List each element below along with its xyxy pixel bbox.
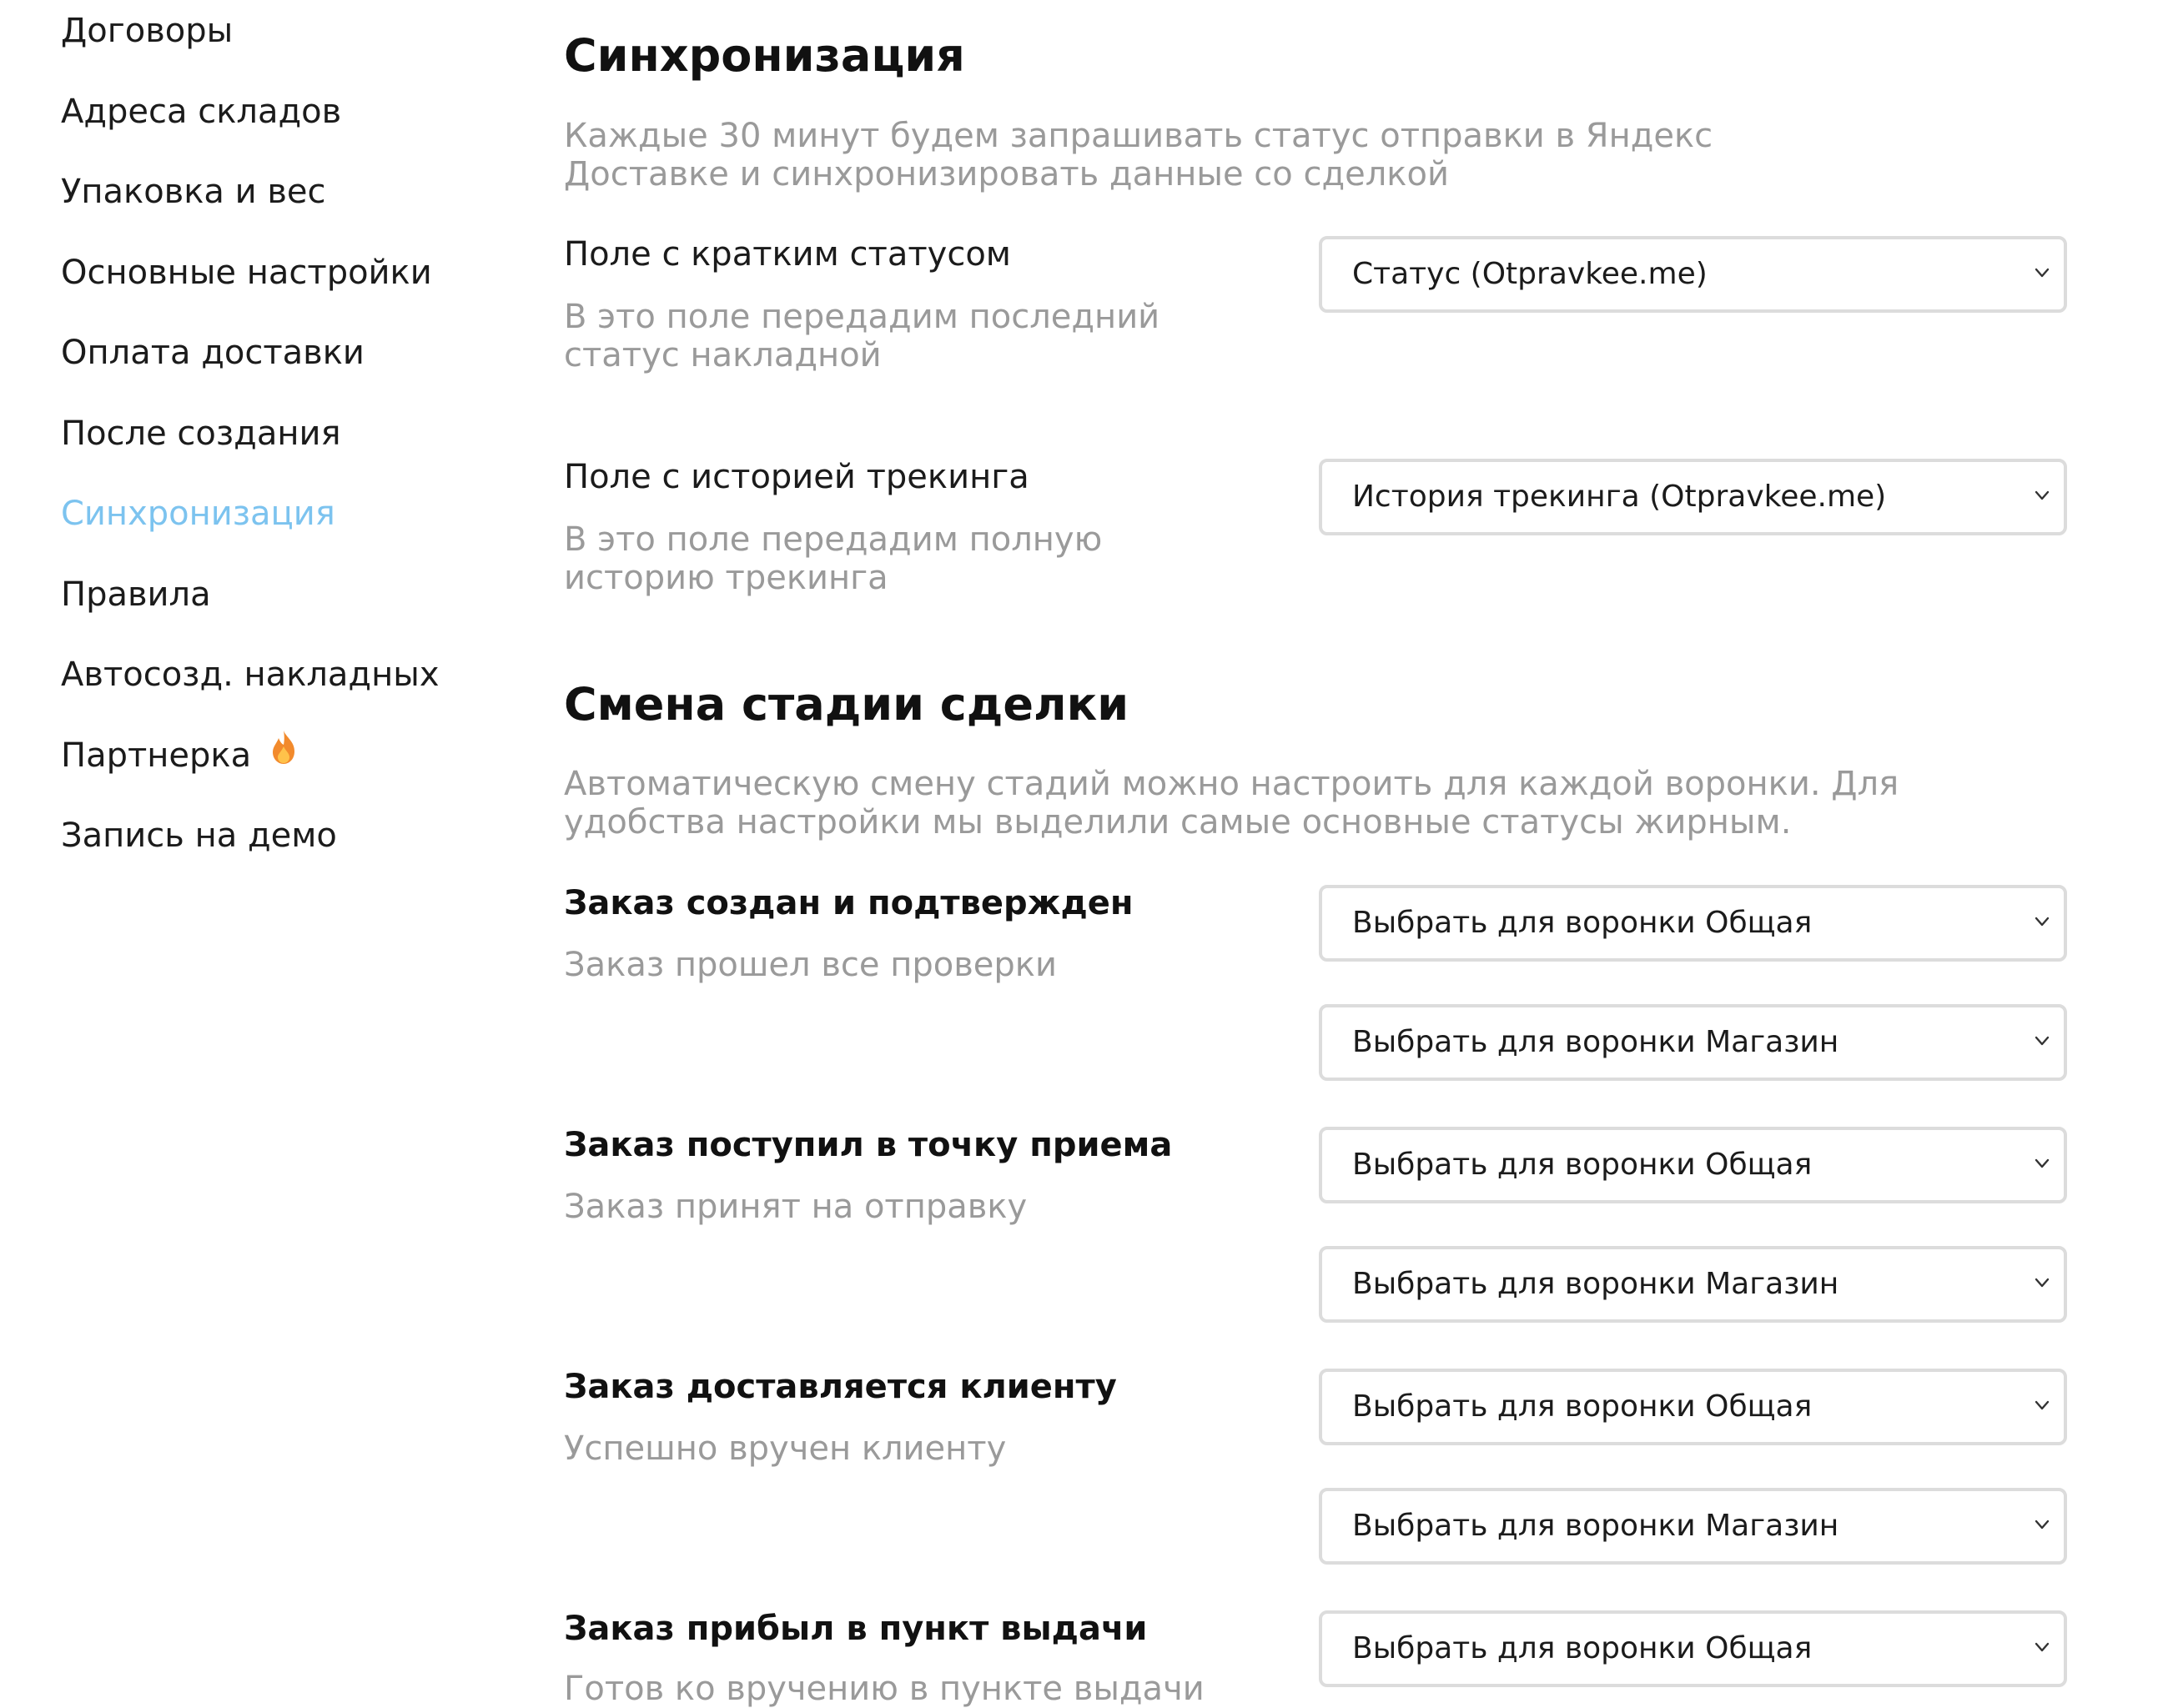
- sidebar-item-delivery-payment[interactable]: Оплата доставки: [61, 330, 365, 375]
- sidebar-item-contracts[interactable]: Договоры: [61, 8, 233, 53]
- sidebar-item-packaging-weight[interactable]: Упаковка и вес: [61, 169, 326, 214]
- sync-section-title: Синхронизация: [564, 29, 965, 82]
- sync-section-description: Каждые 30 минут будем запрашивать статус…: [564, 117, 1713, 193]
- chevron-down-icon: [2035, 490, 2050, 500]
- tracking-history-select[interactable]: История трекинга (Otpravkee.me): [1319, 459, 2067, 535]
- status-pickup-point-select-general[interactable]: Выбрать для воронки Общая: [1319, 1610, 2067, 1687]
- tracking-history-field-hint: В это поле передадим полную историю трек…: [564, 520, 1103, 597]
- short-status-field-label: Поле с кратким статусом: [564, 235, 1011, 274]
- sidebar-item-after-creation[interactable]: После создания: [61, 411, 341, 456]
- sidebar-item-synchronization[interactable]: Синхронизация: [61, 491, 335, 536]
- short-status-select-value: Статус (Otpravkee.me): [1352, 257, 1708, 291]
- status-hint-pickup-point: Готов ко вручению в пункте выдачи: [564, 1670, 1205, 1708]
- select-value: Выбрать для воронки Магазин: [1352, 1267, 1839, 1301]
- status-label-delivering: Заказ доставляется клиенту: [564, 1368, 1117, 1406]
- select-value: Выбрать для воронки Общая: [1352, 906, 1813, 940]
- select-value: Выбрать для воронки Общая: [1352, 1631, 1813, 1665]
- tracking-history-field-label: Поле с историей трекинга: [564, 458, 1029, 496]
- select-value: Выбрать для воронки Общая: [1352, 1389, 1813, 1424]
- tracking-history-select-value: История трекинга (Otpravkee.me): [1352, 480, 1887, 514]
- sidebar-item-auto-waybills[interactable]: Автосозд. накладных: [61, 652, 440, 697]
- chevron-down-icon: [2035, 1278, 2050, 1288]
- status-created-select-shop[interactable]: Выбрать для воронки Магазин: [1319, 1004, 2067, 1081]
- status-label-pickup-point: Заказ прибыл в пункт выдачи: [564, 1610, 1148, 1648]
- stage-section-title: Смена стадии сделки: [564, 678, 1129, 731]
- stage-section-description: Автоматическую смену стадий можно настро…: [564, 765, 1899, 841]
- sidebar-item-affiliate-label: Партнерка: [61, 736, 252, 775]
- sidebar-item-main-settings[interactable]: Основные настройки: [61, 250, 432, 295]
- chevron-down-icon: [2035, 1642, 2050, 1652]
- chevron-down-icon: [2035, 1400, 2050, 1410]
- short-status-select[interactable]: Статус (Otpravkee.me): [1319, 236, 2067, 313]
- status-created-select-general[interactable]: Выбрать для воронки Общая: [1319, 885, 2067, 962]
- chevron-down-icon: [2035, 1036, 2050, 1046]
- status-hint-received: Заказ принят на отправку: [564, 1188, 1028, 1226]
- chevron-down-icon: [2035, 1520, 2050, 1530]
- status-received-select-general[interactable]: Выбрать для воронки Общая: [1319, 1127, 2067, 1203]
- status-hint-created: Заказ прошел все проверки: [564, 946, 1057, 984]
- sidebar-item-affiliate[interactable]: Партнерка: [61, 730, 298, 778]
- chevron-down-icon: [2035, 917, 2050, 927]
- status-received-select-shop[interactable]: Выбрать для воронки Магазин: [1319, 1246, 2067, 1323]
- select-value: Выбрать для воронки Магазин: [1352, 1509, 1839, 1543]
- status-delivering-select-general[interactable]: Выбрать для воронки Общая: [1319, 1369, 2067, 1445]
- select-value: Выбрать для воронки Общая: [1352, 1148, 1813, 1182]
- status-hint-delivering: Успешно вручен клиенту: [564, 1429, 1007, 1468]
- sidebar-item-rules[interactable]: Правила: [61, 572, 211, 617]
- status-label-created: Заказ создан и подтвержден: [564, 884, 1134, 922]
- status-label-received: Заказ поступил в точку приема: [564, 1126, 1173, 1164]
- chevron-down-icon: [2035, 268, 2050, 278]
- sidebar-item-demo-booking[interactable]: Запись на демо: [61, 813, 337, 858]
- status-delivering-select-shop[interactable]: Выбрать для воронки Магазин: [1319, 1488, 2067, 1565]
- chevron-down-icon: [2035, 1158, 2050, 1168]
- sidebar-item-warehouse-addresses[interactable]: Адреса складов: [61, 89, 341, 134]
- short-status-field-hint: В это поле передадим последний статус на…: [564, 298, 1160, 374]
- select-value: Выбрать для воронки Магазин: [1352, 1025, 1839, 1059]
- fire-icon: [269, 730, 298, 776]
